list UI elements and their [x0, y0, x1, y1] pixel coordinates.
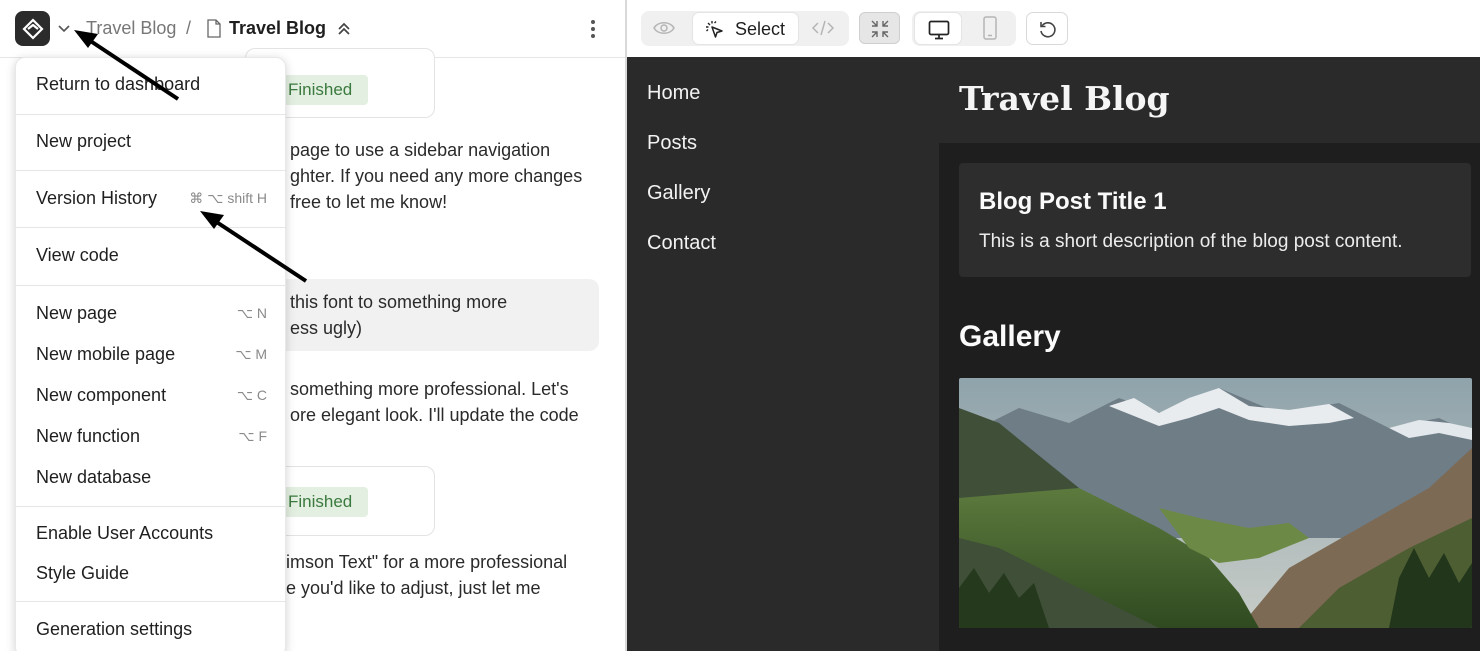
menu-item-label: New function	[36, 426, 141, 446]
preview-toolbar: Select	[627, 0, 1480, 57]
post-description: This is a short description of the blog …	[979, 231, 1403, 252]
more-options-icon[interactable]	[584, 18, 602, 40]
select-label: Select	[735, 19, 786, 39]
shrink-button[interactable]	[859, 12, 900, 44]
menu-item-shortcut: ⌥ N	[236, 305, 267, 321]
shrink-icon	[871, 20, 889, 38]
menu-item-label: View code	[36, 245, 119, 265]
mobile-icon[interactable]	[983, 16, 997, 40]
menu-item-new-function[interactable]: New function ⌥ F	[16, 419, 287, 453]
chevrons-up-icon[interactable]	[335, 20, 353, 38]
menu-divider	[16, 114, 287, 115]
status-badge: Finished	[280, 75, 368, 105]
logo-icon	[21, 17, 44, 40]
menu-item-label: New component	[36, 385, 167, 405]
menu-item-version-history[interactable]: Version History ⌘ ⌥ shift H	[16, 181, 287, 215]
nav-item-home[interactable]: Home	[647, 82, 700, 105]
menu-item-new-component[interactable]: New component ⌥ C	[16, 378, 287, 412]
menu-item-label: Return to dashboard	[36, 74, 201, 94]
post-title: Blog Post Title 1	[979, 188, 1167, 215]
menu-item-new-mobile-page[interactable]: New mobile page ⌥ M	[16, 337, 287, 371]
message-line: this font to something more	[290, 292, 508, 312]
menu-divider	[16, 227, 287, 228]
desktop-icon	[928, 20, 950, 40]
menu-divider	[16, 170, 287, 171]
eye-icon[interactable]	[653, 19, 675, 37]
message-line: ghter. If you need any more changes	[290, 166, 583, 186]
message-line: e you'd like to adjust, just let me	[286, 578, 541, 598]
message-line: imson Text" for a more professional	[286, 552, 568, 572]
menu-item-label: New page	[36, 303, 118, 323]
website-preview: Home Posts Gallery Contact Travel Blog B…	[627, 57, 1480, 651]
message-line: ess ugly)	[290, 318, 363, 338]
cursor-select-icon	[706, 21, 723, 38]
reload-button[interactable]	[1026, 12, 1068, 45]
menu-item-label: Generation settings	[36, 619, 193, 639]
menu-item-new-page[interactable]: New page ⌥ N	[16, 296, 287, 330]
reload-icon	[1040, 22, 1056, 38]
gallery-image	[959, 378, 1472, 628]
assistant-message: page to use a sidebar navigation ghter. …	[290, 137, 610, 215]
menu-item-shortcut: ⌘ ⌥ shift H	[189, 190, 267, 206]
desktop-view-button[interactable]	[914, 12, 962, 45]
blog-post-card[interactable]: Blog Post Title 1 This is a short descri…	[959, 163, 1471, 277]
gallery-heading: Gallery	[959, 320, 1061, 353]
menu-item-shortcut: ⌥ F	[238, 428, 267, 444]
preview-panel: Select Home Posts Gallery Contact Travel…	[627, 0, 1480, 651]
code-icon[interactable]	[811, 19, 835, 37]
project-menu: Return to dashboard New project Version …	[15, 57, 287, 651]
menu-item-label: Version History	[36, 188, 158, 208]
user-message: this font to something more ess ugly)	[290, 289, 507, 341]
menu-item-new-project[interactable]: New project	[16, 124, 287, 158]
message-line: free to let me know!	[290, 192, 448, 212]
menu-item-new-database[interactable]: New database	[16, 460, 287, 494]
menu-item-label: New database	[36, 467, 152, 487]
menu-item-style-guide[interactable]: Style Guide	[16, 556, 287, 590]
site-title: Travel Blog	[959, 79, 1170, 118]
message-line: ore elegant look. I'll update the code	[290, 405, 579, 425]
menu-item-enable-user-accounts[interactable]: Enable User Accounts	[16, 516, 287, 550]
menu-item-label: Enable User Accounts	[36, 523, 214, 543]
message-line: something more professional. Let's	[290, 379, 569, 399]
mountain-landscape-image	[959, 378, 1472, 628]
chevron-down-icon[interactable]	[56, 20, 72, 36]
message-line: page to use a sidebar navigation	[290, 140, 551, 160]
nav-item-gallery[interactable]: Gallery	[647, 182, 710, 205]
breadcrumb-current[interactable]: Travel Blog	[229, 18, 326, 39]
breadcrumb-parent[interactable]: Travel Blog	[86, 18, 176, 39]
breadcrumb-separator: /	[186, 18, 192, 38]
menu-item-label: Style Guide	[36, 563, 130, 583]
menu-divider	[16, 285, 287, 286]
page-icon	[207, 19, 221, 38]
nav-item-posts[interactable]: Posts	[647, 132, 697, 155]
menu-item-label: New project	[36, 131, 132, 151]
site-sidebar-nav: Home Posts Gallery Contact	[627, 57, 939, 651]
menu-item-generation-settings[interactable]: Generation settings	[16, 612, 287, 646]
status-badge: Finished	[280, 487, 368, 517]
assistant-message: something more professional. Let's ore e…	[290, 376, 610, 428]
menu-item-view-code[interactable]: View code	[16, 238, 287, 272]
menu-item-shortcut: ⌥ C	[236, 387, 267, 403]
app-logo[interactable]	[15, 11, 50, 46]
menu-divider	[16, 506, 287, 507]
nav-item-contact[interactable]: Contact	[647, 232, 716, 255]
menu-item-label: New mobile page	[36, 344, 176, 364]
menu-item-shortcut: ⌥ M	[235, 346, 267, 362]
site-header: Travel Blog	[939, 57, 1480, 143]
menu-divider	[16, 601, 287, 602]
menu-item-return-to-dashboard[interactable]: Return to dashboard	[16, 67, 287, 101]
select-mode-button[interactable]: Select	[692, 12, 799, 45]
assistant-message: imson Text" for a more professional e yo…	[286, 549, 606, 601]
